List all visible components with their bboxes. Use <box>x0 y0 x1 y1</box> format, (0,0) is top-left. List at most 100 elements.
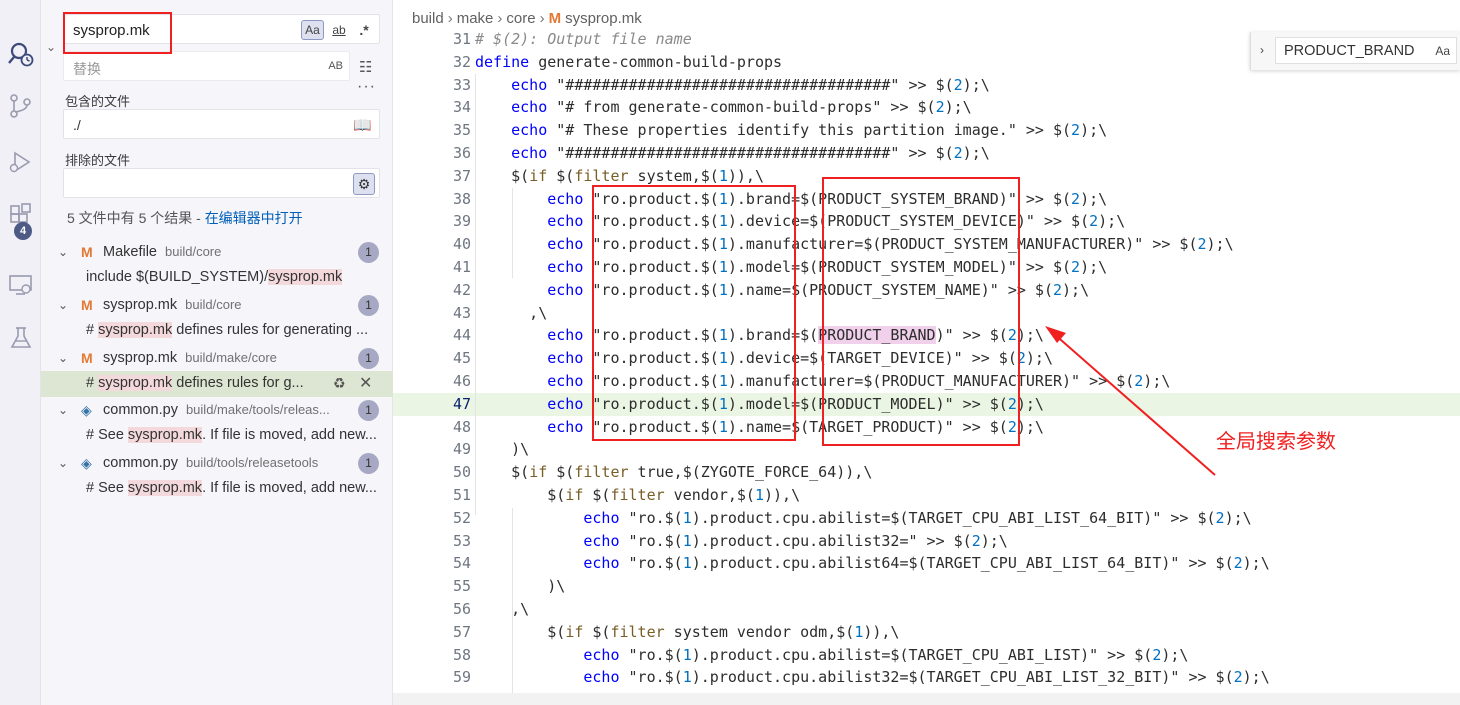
code-text[interactable]: $(if $(filter system,$(1)),\ <box>475 167 764 185</box>
search-input[interactable]: sysprop.mk Aa ab .* <box>63 14 380 44</box>
result-match[interactable]: # See sysprop.mk. If file is moved, add … <box>41 476 393 502</box>
open-in-editor-link[interactable]: 在编辑器中打开 <box>205 210 303 226</box>
replace-icon[interactable]: ♻ <box>333 375 346 392</box>
chevron-down-icon[interactable]: ⌄ <box>58 298 68 312</box>
code-line[interactable]: 41 echo "ro.product.$(1).model=$(PRODUCT… <box>393 256 1460 279</box>
preserve-case-button[interactable]: AB <box>328 60 343 72</box>
code-line[interactable]: 46 echo "ro.product.$(1).manufacturer=$(… <box>393 370 1460 393</box>
chevron-down-icon[interactable]: ⌄ <box>58 351 68 365</box>
result-file[interactable]: ⌄ M Makefile build/core 1 <box>41 239 393 265</box>
code-text[interactable]: echo "# from generate-common-build-props… <box>475 98 972 116</box>
code-line[interactable]: 56 ,\ <box>393 598 1460 621</box>
toggle-replace-chevron-icon[interactable]: ⌄ <box>46 40 60 54</box>
code-line[interactable]: 34 echo "# from generate-common-build-pr… <box>393 96 1460 119</box>
regex-button[interactable]: .* <box>354 20 374 40</box>
replace-input[interactable]: 替换 AB <box>63 51 350 81</box>
includes-input[interactable]: ./ 📖 <box>63 109 380 139</box>
code-line[interactable]: 53 echo "ro.$(1).product.cpu.abilist32="… <box>393 530 1460 553</box>
breadcrumb-item[interactable]: make <box>457 10 494 27</box>
code-line[interactable]: 52 echo "ro.$(1).product.cpu.abilist=$(T… <box>393 507 1460 530</box>
code-line[interactable]: 38 echo "ro.product.$(1).brand=$(PRODUCT… <box>393 188 1460 211</box>
code-line[interactable]: 33 echo "###############################… <box>393 74 1460 97</box>
search-query[interactable]: sysprop.mk <box>73 22 150 39</box>
result-match[interactable]: # See sysprop.mk. If file is moved, add … <box>41 423 393 449</box>
dismiss-icon[interactable]: ✕ <box>359 373 372 393</box>
chevron-down-icon[interactable]: ⌄ <box>58 245 68 259</box>
code-text[interactable]: echo "ro.product.$(1).model=$(PRODUCT_SY… <box>475 258 1107 276</box>
find-input[interactable]: PRODUCT_BRAND Aa <box>1275 37 1457 64</box>
code-text[interactable]: echo "ro.$(1).product.cpu.abilist32=$(TA… <box>475 668 1269 686</box>
run-debug-icon[interactable] <box>0 142 41 182</box>
excludes-input[interactable]: ⚙ <box>63 168 380 198</box>
code-text[interactable]: )\ <box>475 440 529 458</box>
chevron-down-icon[interactable]: ⌄ <box>58 403 68 417</box>
result-file[interactable]: ⌄ Msysprop.mk build/make/core 1 <box>41 345 393 371</box>
code-text[interactable]: echo "ro.product.$(1).name=$(PRODUCT_SYS… <box>475 281 1089 299</box>
code-line[interactable]: 36 echo "###############################… <box>393 142 1460 165</box>
code-text[interactable]: ,\ <box>475 600 529 618</box>
code-text[interactable]: echo "ro.$(1).product.cpu.abilist32=" >>… <box>475 532 1007 550</box>
horizontal-scrollbar[interactable] <box>393 693 1460 705</box>
code-text[interactable]: # $(2): Output file name <box>475 30 692 48</box>
code-text[interactable]: echo "ro.product.$(1).name=$(TARGET_PROD… <box>475 418 1044 436</box>
code-text[interactable]: )\ <box>475 577 565 595</box>
code-line[interactable]: 58 echo "ro.$(1).product.cpu.abilist=$(T… <box>393 644 1460 667</box>
code-text[interactable]: echo "ro.product.$(1).manufacturer=$(PRO… <box>475 372 1170 390</box>
code-text[interactable]: echo "##################################… <box>475 144 990 162</box>
result-match[interactable]: include $(BUILD_SYSTEM)/sysprop.mk <box>41 265 393 291</box>
code-line[interactable]: 54 echo "ro.$(1).product.cpu.abilist64=$… <box>393 552 1460 575</box>
more-options-icon[interactable]: ··· <box>357 78 376 96</box>
result-file[interactable]: ⌄ Msysprop.mk build/core 1 <box>41 292 393 318</box>
remote-explorer-icon[interactable] <box>0 265 41 305</box>
code-line[interactable]: 39 echo "ro.product.$(1).device=$(PRODUC… <box>393 210 1460 233</box>
code-line[interactable]: 42 echo "ro.product.$(1).name=$(PRODUCT_… <box>393 279 1460 302</box>
code-line[interactable]: 35 echo "# These properties identify thi… <box>393 119 1460 142</box>
breadcrumb-item[interactable]: core <box>506 10 535 27</box>
code-text[interactable]: ,\ <box>475 304 547 322</box>
find-value[interactable]: PRODUCT_BRAND <box>1284 43 1415 59</box>
code-line[interactable]: 55 )\ <box>393 575 1460 598</box>
code-line[interactable]: 37 $(if $(filter system,$(1)),\ <box>393 165 1460 188</box>
breadcrumb-item[interactable]: build <box>412 10 444 27</box>
result-file[interactable]: ⌄ ◈ common.py build/make/tools/releas... 1 <box>41 397 393 423</box>
use-exclude-settings-icon[interactable]: ⚙ <box>353 173 375 195</box>
result-match[interactable]: # sysprop.mk defines rules for generatin… <box>41 318 393 344</box>
code-text[interactable]: echo "ro.$(1).product.cpu.abilist=$(TARG… <box>475 509 1251 527</box>
code-text[interactable]: echo "ro.product.$(1).device=$(PRODUCT_S… <box>475 212 1125 230</box>
match-case-button[interactable]: Aa <box>301 20 324 40</box>
match-case-button[interactable]: Aa <box>1435 44 1450 58</box>
search-icon[interactable] <box>0 34 41 74</box>
code-line[interactable]: 51 $(if $(filter vendor,$(1)),\ <box>393 484 1460 507</box>
code-text[interactable]: echo "ro.product.$(1).device=$(TARGET_DE… <box>475 349 1053 367</box>
code-text[interactable]: $(if $(filter vendor,$(1)),\ <box>475 486 800 504</box>
result-match[interactable]: # sysprop.mk defines rules for g... ♻ ✕ <box>41 371 393 397</box>
source-control-icon[interactable] <box>0 86 41 126</box>
result-file[interactable]: ⌄ ◈ common.py build/tools/releasetools 1 <box>41 450 393 476</box>
code-line[interactable]: 47 echo "ro.product.$(1).model=$(PRODUCT… <box>393 392 1460 416</box>
toggle-replace-chevron-icon[interactable]: › <box>1260 43 1264 57</box>
code-line[interactable]: 40 echo "ro.product.$(1).manufacturer=$(… <box>393 233 1460 256</box>
code-text[interactable]: echo "##################################… <box>475 76 990 94</box>
code-line[interactable]: 50 $(if $(filter true,$(ZYGOTE_FORCE_64)… <box>393 461 1460 484</box>
open-editors-only-icon[interactable]: 📖 <box>353 116 372 134</box>
code-text[interactable]: define generate-common-build-props <box>475 53 782 71</box>
code-text[interactable]: echo "# These properties identify this p… <box>475 121 1107 139</box>
breadcrumb-item[interactable]: sysprop.mk <box>565 10 642 27</box>
replace-all-icon[interactable]: ☷ <box>359 58 372 76</box>
code-line[interactable]: 59 echo "ro.$(1).product.cpu.abilist32=$… <box>393 666 1460 689</box>
code-line[interactable]: 57 $(if $(filter system vendor odm,$(1))… <box>393 621 1460 644</box>
code-text[interactable]: $(if $(filter true,$(ZYGOTE_FORCE_64)),\ <box>475 463 872 481</box>
chevron-down-icon[interactable]: ⌄ <box>58 456 68 470</box>
includes-value[interactable]: ./ <box>73 117 81 133</box>
code-text[interactable]: echo "ro.product.$(1).manufacturer=$(PRO… <box>475 235 1233 253</box>
testing-icon[interactable] <box>0 318 41 358</box>
code-text[interactable]: echo "ro.product.$(1).brand=$(PRODUCT_BR… <box>475 326 1044 345</box>
whole-word-button[interactable]: ab <box>328 20 350 40</box>
code-text[interactable]: echo "ro.product.$(1).brand=$(PRODUCT_SY… <box>475 190 1107 208</box>
code-line[interactable]: 45 echo "ro.product.$(1).device=$(TARGET… <box>393 347 1460 370</box>
code-text[interactable]: echo "ro.product.$(1).model=$(PRODUCT_MO… <box>475 395 1044 413</box>
code-text[interactable]: $(if $(filter system vendor odm,$(1)),\ <box>475 623 899 641</box>
code-text[interactable]: echo "ro.$(1).product.cpu.abilist64=$(TA… <box>475 554 1269 572</box>
code-text[interactable]: echo "ro.$(1).product.cpu.abilist=$(TARG… <box>475 646 1188 664</box>
code-line[interactable]: 44 echo "ro.product.$(1).brand=$(PRODUCT… <box>393 324 1460 347</box>
